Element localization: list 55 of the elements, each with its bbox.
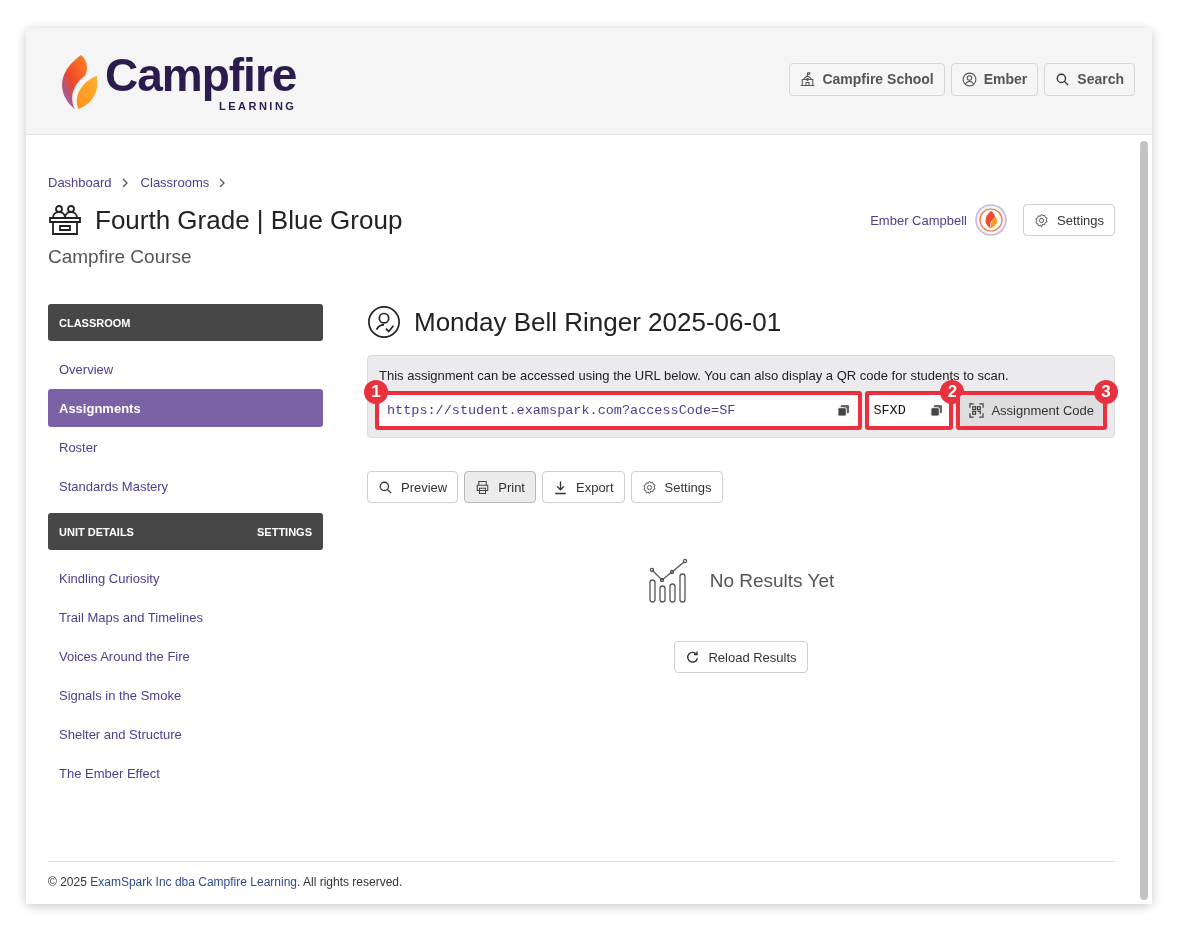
logo-flame-icon [59,54,99,110]
callout-number: 3 [1094,380,1118,404]
settings-icon [641,479,657,495]
sidebar-item[interactable]: Shelter and Structure [48,715,323,753]
reload-button[interactable]: Reload Results [674,641,808,673]
copyright-text: © 2025 ExamSpark Inc dba Campfire Learning. All rights reserved. [48,875,404,889]
access-instructions: This assignment can be accessed using the URL below. You can also display a QR code for students to scan. [379,368,1010,383]
callout-number: 1 [364,380,388,404]
search-button[interactable]: Search [1044,62,1135,96]
sidebar-item[interactable]: Roster [48,428,323,466]
copy-icon[interactable] [930,404,944,417]
assignment-title: Monday Bell Ringer 2025-06-01 [414,306,782,338]
sidebar-item[interactable]: Voices Around the Fire [48,637,323,675]
download-icon [553,479,568,495]
section-settings-link[interactable]: SETTINGS [257,525,312,538]
access-code: SFXD [873,403,906,418]
teacher-name-link[interactable]: Ember Campbell [870,212,967,228]
avatar-flame-icon [975,204,1007,236]
user-icon [961,71,977,87]
refresh-icon [685,649,701,665]
classroom-icon [48,204,82,236]
course-name: Campfire Course [48,246,193,268]
sidebar-item[interactable]: Assignments [48,389,323,427]
copy-icon[interactable] [837,404,851,417]
company-link[interactable]: ExamSpark Inc dba Campfire Learning [90,875,297,889]
scrollbar[interactable] [1140,141,1148,900]
school-button[interactable]: Campfire School [789,62,945,96]
empty-state-message: No Results Yet [709,570,835,592]
sidebar-item[interactable]: The Ember Effect [48,754,323,792]
classroom-title: Fourth Grade | Blue Group [95,204,403,236]
breadcrumb-link[interactable]: Classrooms [140,175,210,190]
settings-button[interactable]: Settings [1023,204,1115,236]
export-button[interactable]: Export [542,471,625,503]
print-button[interactable]: Print [464,471,536,503]
assignment-code-button[interactable]: Assignment Code [960,395,1103,426]
qr-code-icon [969,403,985,418]
url-text: https://student.examspark.com?accessCode=SF [387,403,736,418]
sidebar-item[interactable]: Trail Maps and Timelines [48,598,323,636]
search-icon [378,479,393,495]
sidebar-item[interactable]: Standards Mastery [48,467,323,505]
school-icon [800,71,816,87]
account-button[interactable]: Ember [950,62,1039,96]
sidebar-item[interactable]: Overview [48,350,323,388]
logo-tagline: LEARNING [218,100,297,112]
section-title: CLASSROOM [59,316,131,329]
assignment-icon [367,305,401,339]
settings-button[interactable]: Settings [630,471,723,503]
sidebar-item[interactable]: Kindling Curiosity [48,559,323,597]
sidebar-item[interactable]: Signals in the Smoke [48,676,323,714]
section-title: UNIT DETAILS [59,525,134,538]
breadcrumb-link[interactable]: Dashboard [48,175,112,190]
settings-icon [1034,212,1049,228]
search-icon [1055,71,1071,87]
printer-icon [475,479,491,495]
preview-button[interactable]: Preview [367,471,459,503]
